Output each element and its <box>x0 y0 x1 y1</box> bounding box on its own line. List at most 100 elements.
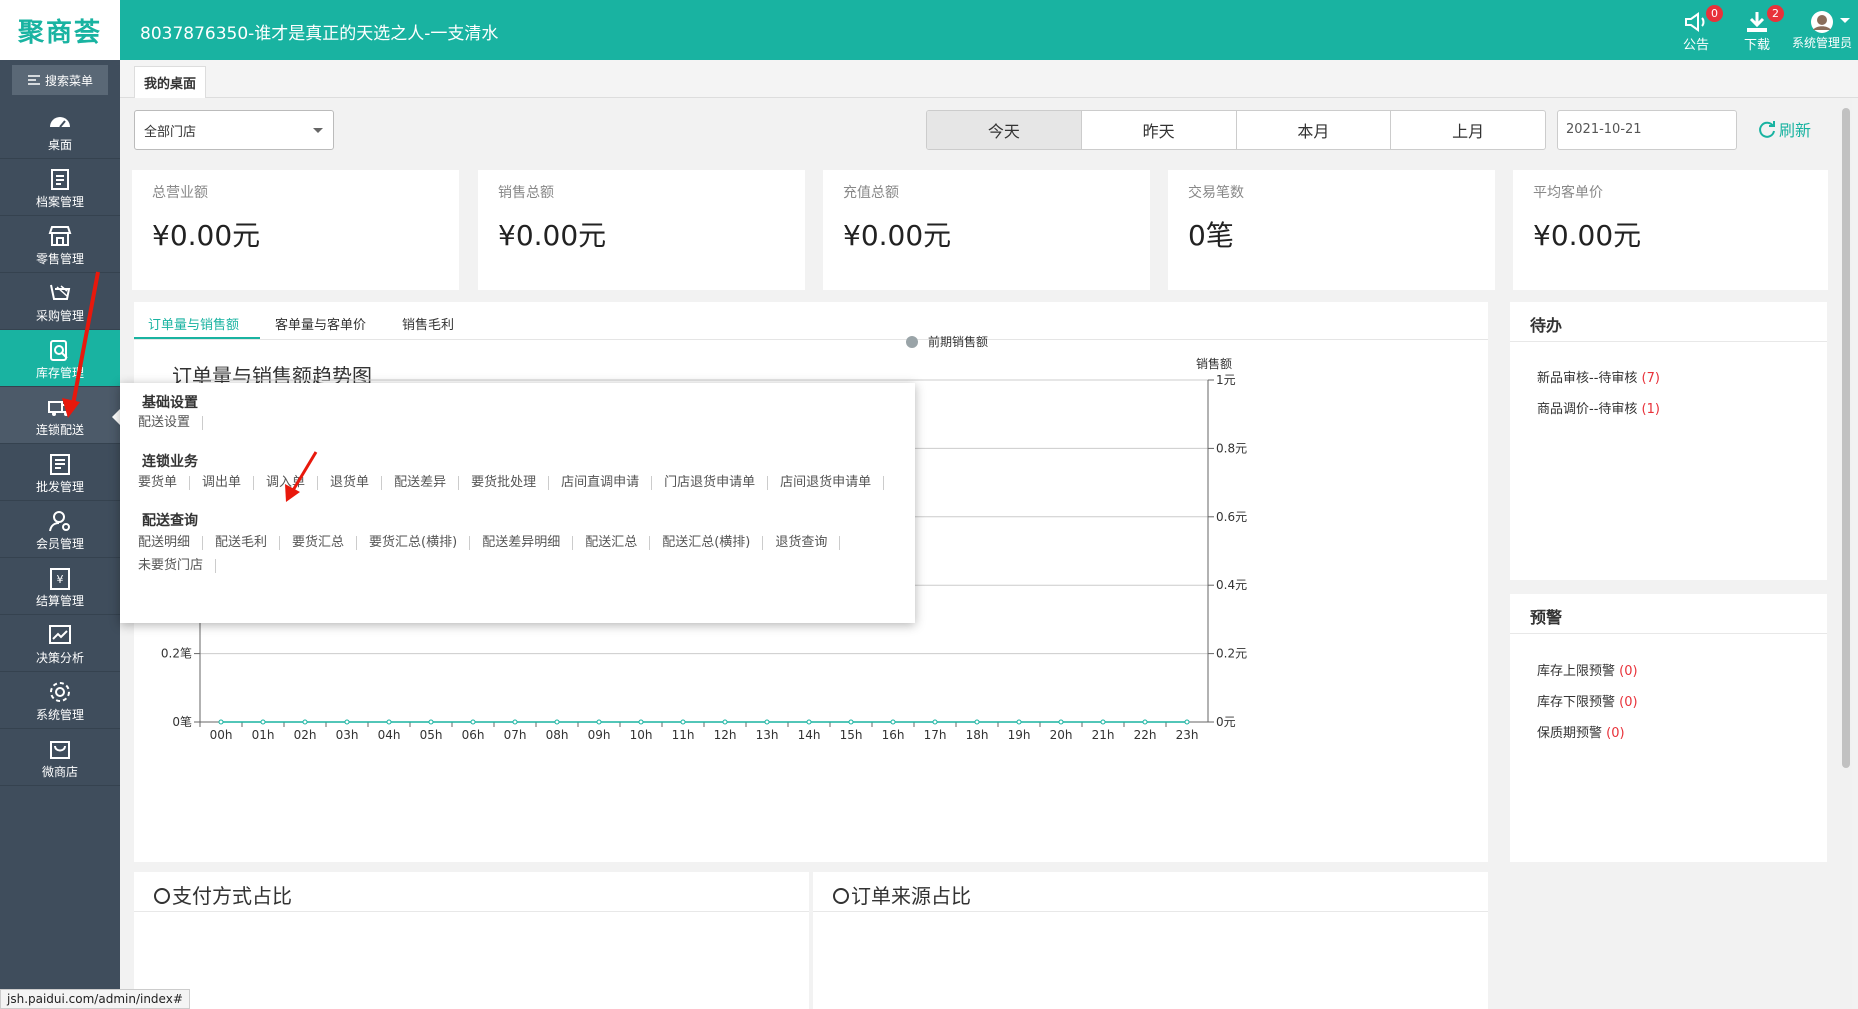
order-source-title-text: 订单来源占比 <box>851 884 971 908</box>
stat-card: 交易笔数 0笔 <box>1168 170 1495 290</box>
menu-search-label: 搜索菜单 <box>44 73 93 88</box>
settlement-icon: ¥ <box>50 568 70 590</box>
warning-item-count: (0) <box>1606 726 1625 741</box>
flyout-menu-item[interactable]: 退货查询 <box>775 536 841 550</box>
app-title: 8037876350-谁才是真正的天选之人-一支清水 <box>140 24 499 44</box>
todo-item-label: 商品调价--待审核 <box>1537 402 1638 417</box>
stat-label: 充值总额 <box>843 185 899 201</box>
x-tick-label: 23h <box>1176 728 1199 742</box>
store-select[interactable]: 全部门店 <box>134 110 334 150</box>
flyout-menu-item[interactable]: 店间退货申请单 <box>780 476 885 490</box>
todo-item[interactable]: 新品审核--待审核 (7) <box>1537 367 1660 386</box>
menu-search-button[interactable]: 搜索菜单 <box>12 65 108 95</box>
x-tick-label: 11h <box>672 728 695 742</box>
flyout-menu-item[interactable]: 配送明细 <box>138 536 204 550</box>
sidebar-item-analysis[interactable]: 决策分析 <box>0 615 120 672</box>
refresh-label: 刷新 <box>1779 121 1812 140</box>
tab-my-desktop[interactable]: 我的桌面 <box>134 66 206 98</box>
date-input[interactable]: 2021-10-21 <box>1557 110 1737 150</box>
flyout-menu-item[interactable]: 配送差异明细 <box>482 536 574 550</box>
flyout-menu-item[interactable]: 门店退货申请单 <box>664 476 769 490</box>
flyout-menu-item[interactable]: 要货批处理 <box>471 476 550 490</box>
member-icon <box>49 511 70 532</box>
sidebar-item-settlement[interactable]: ¥ 结算管理 <box>0 558 120 615</box>
range-button[interactable]: 昨天 <box>1082 111 1237 149</box>
sidebar-item-gear[interactable]: 系统管理 <box>0 672 120 729</box>
sidebar-item-label: 档案管理 <box>35 195 84 209</box>
flyout-menu-item[interactable]: 配送毛利 <box>215 536 281 550</box>
todo-item[interactable]: 商品调价--待审核 (1) <box>1537 398 1660 417</box>
data-point <box>1100 719 1106 725</box>
warning-item[interactable]: 保质期预警 (0) <box>1537 722 1625 741</box>
todo-title: 待办 <box>1510 302 1827 342</box>
flyout-menu-item[interactable]: 调出单 <box>202 476 255 490</box>
range-button[interactable]: 上月 <box>1391 111 1545 149</box>
x-tick-label: 01h <box>252 728 275 742</box>
warning-item[interactable]: 库存下限预警 (0) <box>1537 691 1638 710</box>
top-bar: 聚商荟 8037876350-谁才是真正的天选之人-一支清水 0 公告 2 下载… <box>0 0 1858 60</box>
x-tick-label: 19h <box>1008 728 1031 742</box>
payment-ratio-panel: 支付方式占比 <box>134 872 809 1009</box>
announcement-button[interactable]: 0 公告 <box>1666 5 1726 56</box>
data-point <box>974 719 980 725</box>
sidebar-item-member[interactable]: 会员管理 <box>0 501 120 558</box>
data-point <box>344 719 350 725</box>
sidebar-item-label: 结算管理 <box>35 594 84 608</box>
stat-card: 销售总额 ¥0.00元 <box>478 170 805 290</box>
flyout-menu-item[interactable]: 配送差异 <box>394 476 460 490</box>
refresh-button[interactable]: 刷新 <box>1758 117 1811 141</box>
dashboard-icon <box>50 117 70 128</box>
sidebar-item-cart[interactable]: 采购管理 <box>0 273 120 330</box>
flyout-menu-item[interactable]: 未要货门店 <box>138 559 217 573</box>
sidebar-item-shop-bag[interactable]: 微商店 <box>0 729 120 786</box>
range-button[interactable]: 本月 <box>1237 111 1392 149</box>
stat-value: ¥0.00元 <box>843 219 952 252</box>
sidebar-item-label: 批发管理 <box>35 480 84 494</box>
cart-icon <box>50 284 71 300</box>
warning-item[interactable]: 库存上限预警 (0) <box>1537 660 1638 679</box>
y-right-tick-label: 0.8元 <box>1216 441 1247 455</box>
warning-title: 预警 <box>1510 594 1827 634</box>
flyout-menu-item[interactable]: 要货汇总 <box>292 536 358 550</box>
stat-value: ¥0.00元 <box>152 219 261 252</box>
stat-value: ¥0.00元 <box>498 219 607 252</box>
flyout-section-title: 基础设置 <box>142 395 198 411</box>
flyout-menu-item[interactable]: 要货汇总(横排) <box>369 536 471 550</box>
flyout-menu-item[interactable]: 要货单 <box>138 476 191 490</box>
flyout-menu-item[interactable]: 配送设置 <box>138 416 204 430</box>
menu-list-icon <box>27 75 40 85</box>
flyout-menu-item[interactable]: 店间直调申请 <box>561 476 653 490</box>
chain-distribution-flyout: 基础设置 配送设置 连锁业务 要货单 调出单 调入单 退货单 配送差异 要货批处理 店间直调申请门… <box>120 383 915 623</box>
download-button[interactable]: 2 下载 <box>1727 5 1787 56</box>
warning-item-label: 库存上限预警 <box>1537 664 1616 679</box>
flyout-menu-item[interactable]: 退货单 <box>330 476 383 490</box>
x-tick-label: 22h <box>1134 728 1157 742</box>
data-point <box>722 719 728 725</box>
wholesale-icon <box>50 454 70 475</box>
app-logo[interactable]: 聚商荟 <box>0 0 120 60</box>
user-name: 系统管理员 <box>1791 36 1852 50</box>
sidebar-item-label: 采购管理 <box>35 309 84 323</box>
flyout-menu-item[interactable]: 配送汇总 <box>585 536 651 550</box>
x-tick-label: 09h <box>588 728 611 742</box>
warning-item-label: 库存下限预警 <box>1537 695 1616 710</box>
page-scrollbar[interactable] <box>1840 98 1852 1009</box>
x-tick-label: 10h <box>630 728 653 742</box>
flyout-row: 要货单 调出单 调入单 退货单 配送差异 要货批处理 店间直调申请 门店退货申请单 店间退货申请… <box>138 476 896 490</box>
sidebar-item-store[interactable]: 零售管理 <box>0 216 120 273</box>
sidebar-item-inventory[interactable]: 库存管理 <box>0 330 120 387</box>
range-button[interactable]: 今天 <box>927 111 1082 149</box>
tab-strip: 我的桌面 <box>120 60 1858 98</box>
sidebar-item-wholesale[interactable]: 批发管理 <box>0 444 120 501</box>
sidebar-item-truck[interactable]: 连锁配送 <box>0 387 120 444</box>
flyout-menu-item[interactable]: 调入单 <box>266 476 319 490</box>
sidebar-item-dashboard[interactable]: 桌面 <box>0 102 120 159</box>
user-menu[interactable]: 系统管理员 <box>1786 8 1858 56</box>
y-right-tick-label: 0元 <box>1216 715 1236 729</box>
x-tick-label: 04h <box>378 728 401 742</box>
flyout-menu-item[interactable]: 配送汇总(横排) <box>662 536 764 550</box>
x-tick-label: 13h <box>756 728 779 742</box>
scrollbar-thumb[interactable] <box>1842 108 1850 768</box>
sidebar-item-archive[interactable]: 档案管理 <box>0 159 120 216</box>
data-point <box>638 719 644 725</box>
